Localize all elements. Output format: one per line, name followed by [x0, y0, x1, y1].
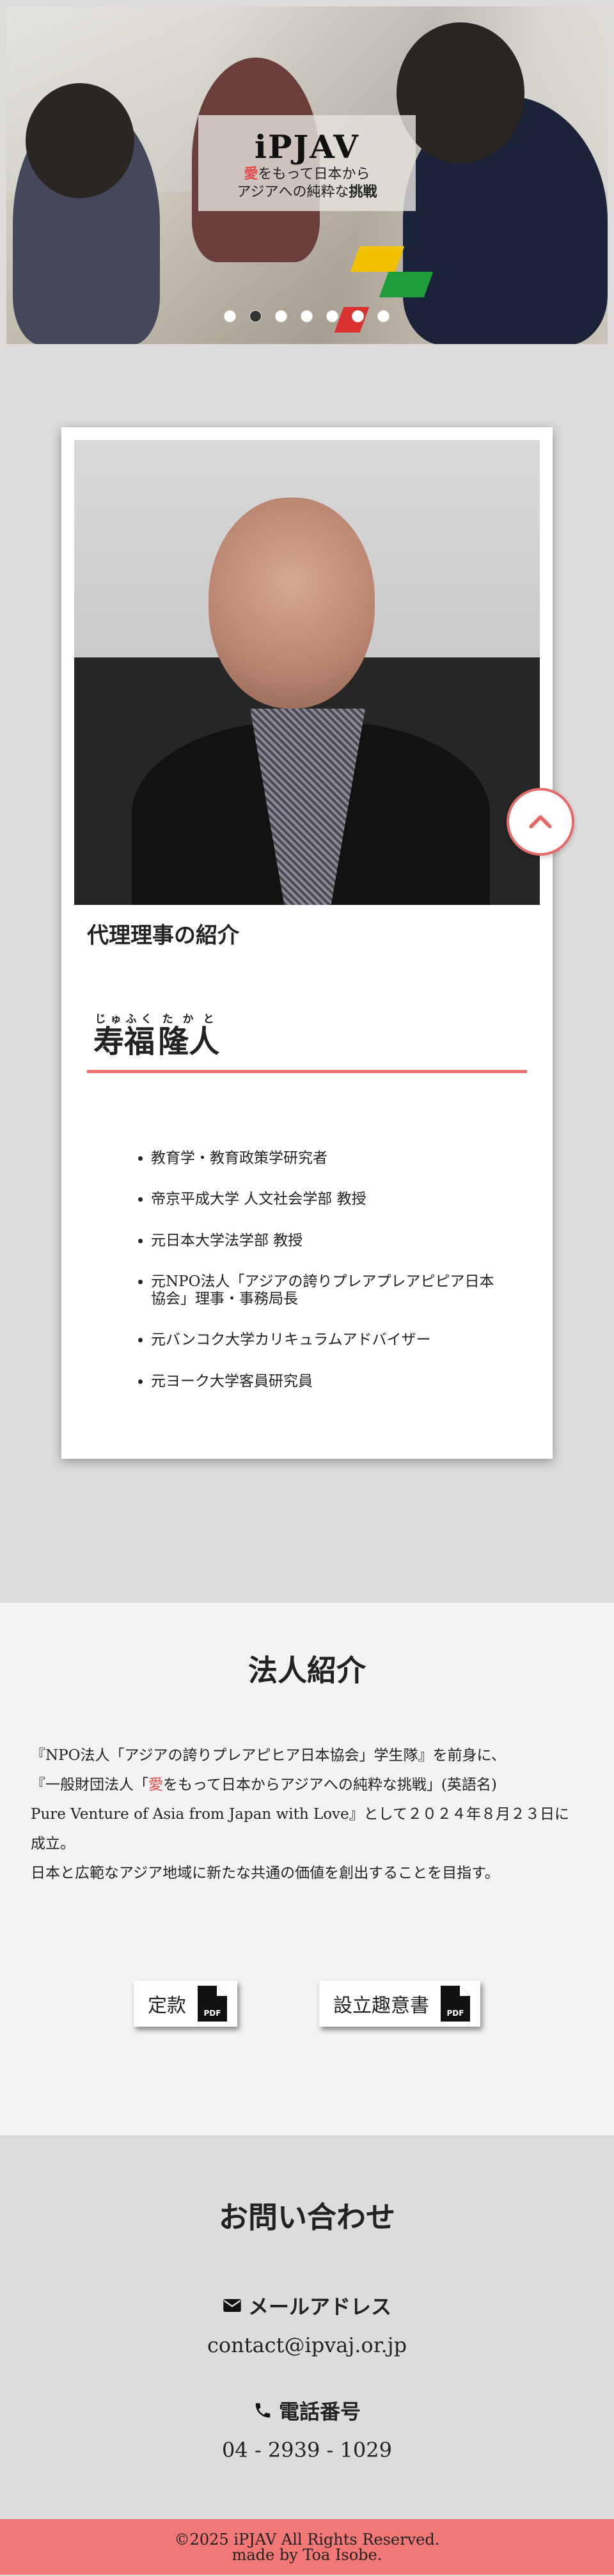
- hero-subtitle-part2: アジアへの純粋な: [237, 184, 349, 200]
- list-item: 元ヨーク大学客員研究員: [151, 1373, 501, 1390]
- member-family-name: 寿福じゅふく: [93, 1013, 155, 1060]
- photo-tile-green: [379, 272, 434, 297]
- bylaws-label: 定款: [148, 1995, 186, 2017]
- phone-label: 電話番号: [0, 2396, 614, 2425]
- slider-dot-4[interactable]: [301, 310, 313, 322]
- about-line-4: 日本と広範なアジア地域に新たな共通の価値を創出することを目指す。: [31, 1865, 500, 1881]
- member-card: 代理理事の紹介 寿福じゅふく 隆人たかと 教育学・教育政策学研究者 帝京平成大学…: [61, 427, 553, 1459]
- slider-dot-1[interactable]: [224, 310, 236, 322]
- member-given-name: 隆人たかと: [158, 1013, 220, 1060]
- slider-dot-2[interactable]: [249, 310, 262, 322]
- member-name: 寿福じゅふく 隆人たかと: [93, 1013, 540, 1061]
- list-item: 元日本大学法学部 教授: [151, 1232, 501, 1249]
- slider-dot-6[interactable]: [352, 310, 364, 322]
- about-line-2: 『一般財団法人「愛をもって日本からアジアへの純粋な挑戦」(英語名): [31, 1777, 497, 1793]
- contact-section: お問い合わせ メールアドレス contact@ipvaj.or.jp 電話番号 …: [0, 2135, 614, 2519]
- hero-subtitle-part1: をもって日本から: [258, 166, 370, 182]
- hero-subtitle-bold: 挑戦: [349, 183, 377, 200]
- footer-credit: made by Toa Isobe.: [232, 2546, 382, 2564]
- svg-text:PDF: PDF: [204, 2009, 221, 2018]
- list-item: 帝京平成大学 人文社会学部 教授: [151, 1191, 501, 1207]
- pdf-icon: PDF: [198, 1986, 227, 2022]
- member-portrait: [74, 440, 540, 905]
- about-text: 『NPO法人「アジアの誇りプレアピヒア日本協会」学生隊』を前身に、 『一般財団法…: [31, 1741, 583, 1888]
- contact-title: お問い合わせ: [219, 2200, 395, 2234]
- member-section-label: 代理理事の紹介: [87, 923, 239, 948]
- photo-man-head: [397, 22, 524, 163]
- envelope-icon: [223, 2299, 241, 2312]
- hero-section: iPJAV 愛をもって日本から アジアへの純粋な挑戦: [0, 0, 614, 344]
- photo-child-left-head: [26, 83, 134, 198]
- slider-dot-3[interactable]: [275, 310, 287, 322]
- name-underline: [87, 1070, 527, 1073]
- hero-slide-image: iPJAV 愛をもって日本から アジアへの純粋な挑戦: [6, 6, 608, 344]
- phone-number[interactable]: 04 - 2939 - 1029: [0, 2438, 614, 2462]
- bylaws-pdf-button[interactable]: 定款 PDF: [134, 1981, 237, 2027]
- list-item: 教育学・教育政策学研究者: [151, 1150, 501, 1166]
- portrait-head: [209, 498, 375, 709]
- list-item: 元NPO法人「アジアの誇りプレアプレアピピア日本協会」理事・事務局長: [151, 1273, 501, 1307]
- photo-tile-yellow: [350, 246, 405, 272]
- chevron-up-icon: [529, 815, 552, 829]
- phone-icon: [255, 2403, 271, 2418]
- svg-text:PDF: PDF: [447, 2009, 464, 2018]
- slider-dot-5[interactable]: [326, 310, 338, 322]
- about-title: 法人紹介: [248, 1653, 366, 1688]
- about-section: 法人紹介 『NPO法人「アジアの誇りプレアピヒア日本協会」学生隊』を前身に、 『…: [0, 1603, 614, 2135]
- about-line-1: 『NPO法人「アジアの誇りプレアピヒア日本協会」学生隊』を前身に、: [31, 1747, 506, 1764]
- scroll-to-top-button[interactable]: [507, 788, 574, 856]
- qualification-list: 教育学・教育政策学研究者 帝京平成大学 人文社会学部 教授 元日本大学法学部 教…: [151, 1150, 540, 1390]
- footer-copyright: ©2025 iPJAV All Rights Reserved.: [174, 2531, 440, 2549]
- pdf-icon: PDF: [441, 1986, 470, 2022]
- document-buttons: 定款 PDF 設立趣意書 PDF: [0, 1981, 614, 2027]
- list-item: 元バンコク大学カリキュラムアドバイザー: [151, 1331, 501, 1348]
- slider-dots: [224, 310, 390, 322]
- email-label: メールアドレス: [0, 2291, 614, 2320]
- member-section: 代理理事の紹介 寿福じゅふく 隆人たかと 教育学・教育政策学研究者 帝京平成大学…: [0, 344, 614, 1603]
- hero-subtitle: 愛をもって日本から アジアへの純粋な挑戦: [198, 166, 416, 201]
- hero-caption-box: iPJAV 愛をもって日本から アジアへの純粋な挑戦: [198, 115, 416, 211]
- prospectus-pdf-button[interactable]: 設立趣意書 PDF: [319, 1981, 480, 2027]
- slider-dot-7[interactable]: [377, 310, 390, 322]
- hero-title: iPJAV: [254, 128, 360, 166]
- about-line-3: Pure Venture of Asia from Japan with Lov…: [31, 1806, 569, 1852]
- footer: ©2025 iPJAV All Rights Reserved. made by…: [0, 2519, 614, 2575]
- hero-subtitle-ai: 愛: [244, 166, 258, 182]
- prospectus-label: 設立趣意書: [333, 1995, 429, 2017]
- email-link[interactable]: contact@ipvaj.or.jp: [0, 2333, 614, 2357]
